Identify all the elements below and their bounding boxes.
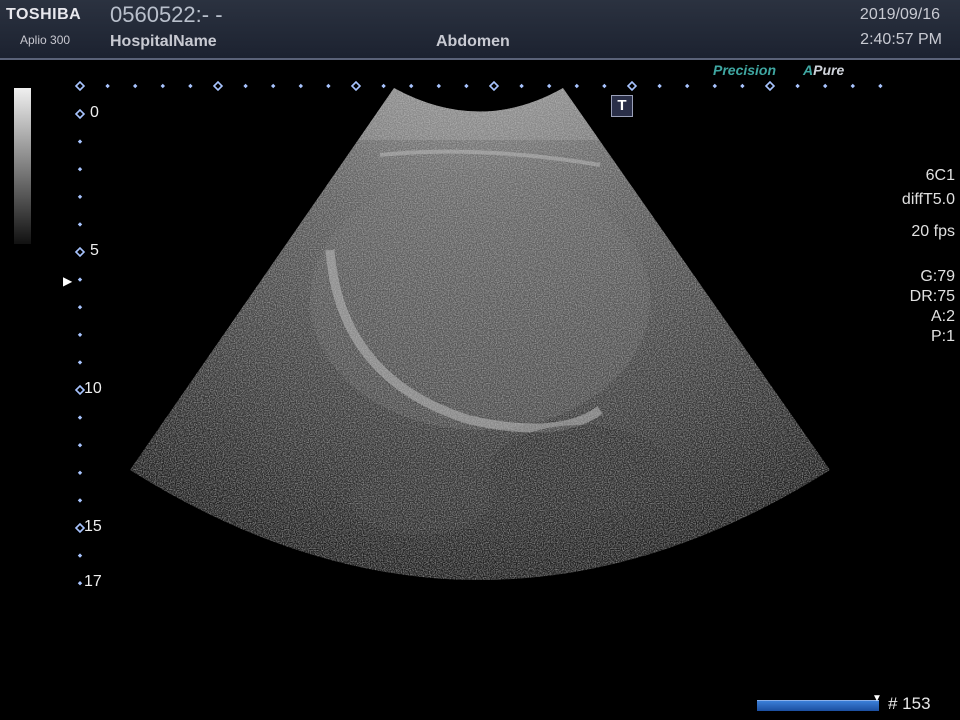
cine-position-icon[interactable]: ▼ <box>872 693 882 704</box>
cine-bar[interactable] <box>757 700 879 711</box>
frame-rate: 20 fps <box>911 223 955 240</box>
gain-value: G:79 <box>920 268 955 285</box>
ultrasound-image <box>130 88 830 580</box>
a-value: A:2 <box>930 308 955 325</box>
frame-number: # 153 <box>888 694 931 713</box>
depth-label-0: 0 <box>90 104 99 121</box>
depth-label-17: 17 <box>84 573 102 590</box>
probe-label: 6C1 <box>925 167 955 184</box>
p-value: P:1 <box>930 328 955 345</box>
depth-marker-icon[interactable]: ▶ <box>63 274 72 288</box>
dynamic-range-value: DR:75 <box>909 288 955 305</box>
tgc-icon[interactable]: T <box>611 95 633 117</box>
depth-label-10: 10 <box>84 380 102 397</box>
preset-label: diffT5.0 <box>901 191 955 208</box>
depth-label-5: 5 <box>90 242 99 259</box>
depth-label-15: 15 <box>84 518 102 535</box>
ultrasound-screen: TOSHIBA Aplio 300 0560522:- - HospitalNa… <box>0 0 960 720</box>
